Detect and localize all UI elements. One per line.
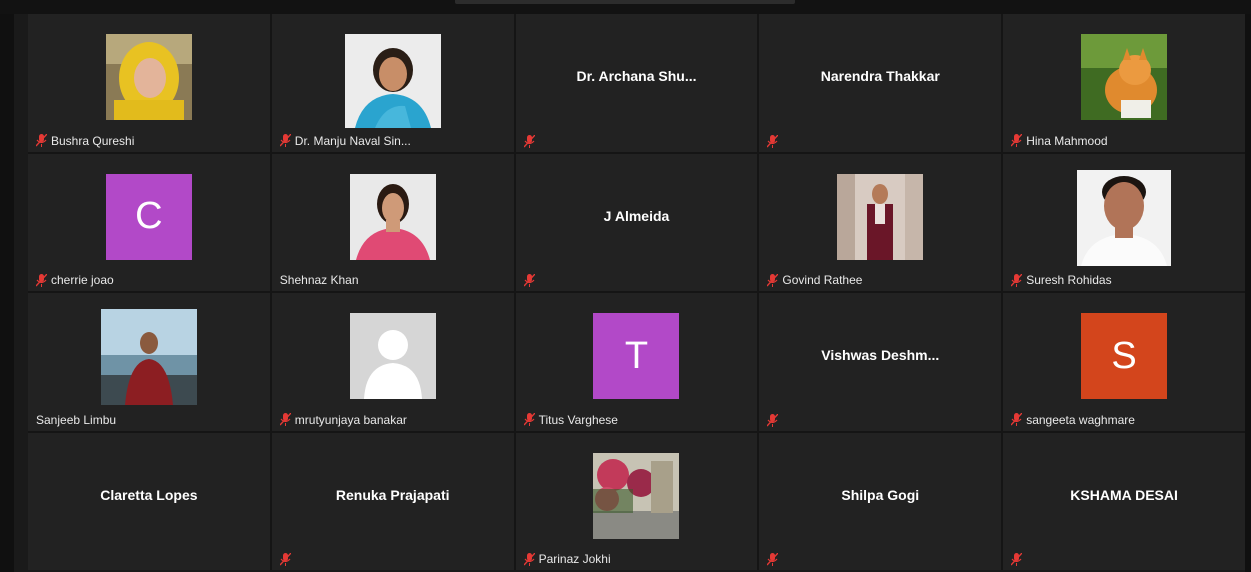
participant-name: Parinaz Jokhi [538, 552, 611, 566]
participant-photo [105, 34, 192, 120]
participant-photo [1077, 169, 1172, 266]
name-label [767, 553, 779, 566]
name-label: Parinaz Jokhi [523, 552, 611, 566]
name-label: Bushra Qureshi [36, 134, 134, 148]
participant-display-name: J Almeida [603, 207, 670, 224]
name-label [767, 134, 779, 148]
participant-name: sangeeta waghmare [1026, 412, 1135, 427]
participant-display-name: Vishwas Deshm... [821, 347, 940, 363]
participant-tile[interactable]: Parinaz Jokhi [515, 432, 758, 570]
initial-avatar: C [105, 173, 192, 260]
muted-mic-icon[interactable] [36, 273, 47, 287]
participant-photo [837, 173, 924, 260]
participant-tile[interactable]: Dr. Manju Naval Sin... [271, 14, 514, 152]
name-label: cherrie joao [36, 273, 114, 287]
muted-mic-icon[interactable] [279, 413, 291, 426]
name-label: Dr. Manju Naval Sin... [279, 133, 411, 148]
name-label: Govind Rathee [767, 273, 862, 287]
participant-tile[interactable]: Shehnaz Khan [271, 153, 514, 291]
muted-mic-icon[interactable] [523, 413, 535, 426]
participant-photo [349, 173, 436, 260]
participant-tile[interactable]: T Titus Varghese [515, 293, 758, 431]
initial-avatar: S [1081, 313, 1168, 399]
participant-photo [100, 309, 197, 405]
initial-avatar: T [593, 313, 680, 399]
participant-tile[interactable]: Claretta Lopes [28, 432, 270, 570]
name-label [767, 413, 779, 427]
name-label: Sanjeeb Limbu [36, 413, 116, 427]
muted-mic-icon[interactable] [1011, 134, 1023, 147]
name-label [1011, 553, 1023, 566]
participant-display-name: Narendra Thakkar [820, 68, 940, 84]
participant-name: Bushra Qureshi [51, 133, 135, 148]
participant-tile[interactable]: Hina Mahmood [1003, 14, 1245, 152]
name-label: Shehnaz Khan [280, 273, 359, 287]
participant-display-name: Shilpa Gogi [841, 486, 920, 503]
participant-tile[interactable]: S sangeeta waghmare [1003, 293, 1245, 431]
muted-mic-icon[interactable] [767, 273, 779, 287]
participant-tile[interactable]: mrutyunjaya banakar [271, 293, 514, 431]
participant-grid: Bushra Qureshi Dr. Manju Naval Sin... Dr… [28, 14, 1245, 570]
muted-mic-icon[interactable] [523, 552, 535, 566]
participant-tile[interactable]: Govind Rathee [759, 153, 1002, 291]
participant-tile[interactable]: Bushra Qureshi [28, 14, 270, 152]
participant-name: Titus Varghese [538, 412, 618, 427]
participant-tile[interactable]: Dr. Archana Shu... [515, 14, 758, 152]
participant-name: Suresh Rohidas [1026, 273, 1112, 287]
name-label: Hina Mahmood [1011, 133, 1108, 148]
muted-mic-icon[interactable] [767, 553, 779, 566]
top-bar-caption [455, 0, 795, 4]
participant-name: mrutyunjaya banakar [294, 412, 407, 427]
left-edge [0, 14, 14, 572]
participant-tile[interactable]: Narendra Thakkar [759, 14, 1002, 152]
muted-mic-icon[interactable] [1011, 413, 1023, 426]
muted-mic-icon[interactable] [279, 134, 291, 147]
zoom-gallery-window: Bushra Qureshi Dr. Manju Naval Sin... Dr… [0, 0, 1251, 572]
participant-name: Shehnaz Khan [279, 273, 359, 287]
muted-mic-icon[interactable] [523, 134, 535, 148]
participant-name: Dr. Manju Naval Sin... [294, 133, 411, 148]
name-label [523, 134, 535, 148]
participant-display-name: KSHAMA DESAI [1070, 486, 1178, 503]
participant-tile[interactable]: Sanjeeb Limbu [28, 293, 270, 431]
muted-mic-icon[interactable] [767, 413, 779, 427]
participant-photo [1081, 34, 1168, 120]
muted-mic-icon[interactable] [767, 134, 779, 148]
participant-display-name: Renuka Prajapati [335, 486, 450, 503]
participant-name: Sanjeeb Limbu [36, 412, 117, 427]
name-label: Suresh Rohidas [1011, 273, 1112, 287]
participant-tile[interactable]: Vishwas Deshm... [759, 293, 1002, 431]
name-label [523, 274, 535, 287]
participant-photo [349, 313, 436, 399]
participant-display-name: Dr. Archana Shu... [576, 68, 697, 84]
participant-name: Govind Rathee [782, 273, 863, 287]
participant-tile[interactable]: J Almeida [515, 153, 758, 291]
muted-mic-icon[interactable] [36, 134, 47, 147]
participant-tile[interactable]: C cherrie joao [28, 153, 270, 291]
participant-tile[interactable]: KSHAMA DESAI [1003, 432, 1245, 570]
participant-tile[interactable]: Shilpa Gogi [759, 432, 1002, 570]
participant-tile[interactable]: Suresh Rohidas [1003, 153, 1245, 291]
participant-name: cherrie joao [51, 273, 114, 287]
participant-photo [344, 34, 441, 128]
muted-mic-icon[interactable] [1011, 553, 1023, 566]
muted-mic-icon[interactable] [523, 274, 535, 287]
right-edge [1245, 14, 1251, 572]
name-label: mrutyunjaya banakar [279, 412, 407, 427]
muted-mic-icon[interactable] [1011, 273, 1023, 287]
participant-name: Hina Mahmood [1026, 133, 1108, 148]
participant-tile[interactable]: Renuka Prajapati [271, 432, 514, 570]
name-label [279, 553, 291, 566]
name-label: Titus Varghese [523, 412, 618, 427]
top-bar [0, 0, 1251, 14]
participant-display-name: Claretta Lopes [100, 486, 198, 503]
name-label: sangeeta waghmare [1011, 413, 1135, 427]
participant-photo [593, 452, 680, 539]
muted-mic-icon[interactable] [279, 553, 291, 566]
